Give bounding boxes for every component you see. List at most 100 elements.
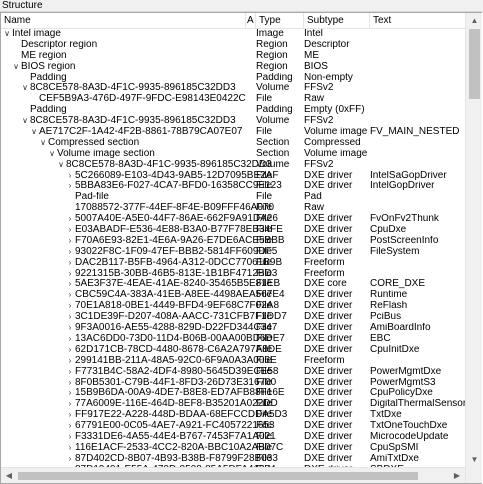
tree-row[interactable]: › 116E1ACF-2533-4CC2-820A-BBC10A2AB07C Fil…: [1, 443, 465, 454]
column-header-name[interactable]: Name: [1, 13, 246, 28]
tree-row-subtype: DXE driver: [304, 431, 353, 442]
column-header-action[interactable]: A: [246, 13, 256, 28]
collapse-chevron-right-icon[interactable]: ›: [66, 443, 74, 454]
expand-chevron-down-icon[interactable]: ∨: [57, 160, 65, 171]
tree-row[interactable]: ME region Region ME: [1, 51, 465, 62]
collapse-chevron-right-icon[interactable]: ›: [66, 225, 74, 236]
collapse-chevron-right-icon[interactable]: ›: [66, 301, 74, 312]
tree-row-name-cell[interactable]: Padding: [1, 73, 273, 84]
scroll-left-icon[interactable]: ◀: [1, 468, 17, 483]
tree-row[interactable]: › 13AC6DD0-73D0-11D4-B06B-00AA00BD6DE7 Fil…: [1, 334, 465, 345]
tree-row[interactable]: 17088572-377F-44EF-8F4E-B09FFF46A070 File…: [1, 203, 465, 214]
tree-row[interactable]: › 62D171CB-78CD-4480-8678-C6A2A797A8DE Fil…: [1, 345, 465, 356]
expand-chevron-down-icon[interactable]: ∨: [48, 149, 56, 160]
collapse-chevron-right-icon[interactable]: ›: [66, 279, 74, 290]
tree-row[interactable]: › F3331DE6-4A55-44E4-B767-7453F7A1A021 Fil…: [1, 432, 465, 443]
horizontal-scroll-thumb[interactable]: [18, 472, 418, 480]
expand-chevron-down-icon[interactable]: ∨: [39, 138, 47, 149]
tree-row[interactable]: Padding Padding Empty (0xFF): [1, 105, 465, 116]
column-header-text[interactable]: Text: [370, 13, 465, 28]
expand-chevron-down-icon[interactable]: ∨: [21, 116, 29, 127]
collapse-chevron-right-icon[interactable]: ›: [66, 258, 74, 269]
scroll-right-icon[interactable]: ▶: [449, 468, 465, 483]
collapse-chevron-right-icon[interactable]: ›: [66, 214, 74, 225]
tree-row-name-cell[interactable]: ∨ AE717C2F-1A42-4F2B-8861-78B79CA07E07: [1, 127, 282, 138]
vertical-scroll-thumb[interactable]: [469, 29, 480, 99]
collapse-chevron-right-icon[interactable]: ›: [66, 378, 74, 389]
expand-chevron-down-icon[interactable]: ∨: [12, 62, 20, 73]
tree-row[interactable]: › 5C266089-E103-4D43-9AB5-12D7095BE2AF Fil…: [1, 171, 465, 182]
tree-row[interactable]: Pad-file File Pad: [1, 192, 465, 203]
tree-row[interactable]: ∨ 8C8CE578-8A3D-4F1C-9935-896185C32DD3 Vol…: [1, 116, 465, 127]
tree-row[interactable]: › E03ABADF-E536-4E88-B3A0-B77F78EB34FE Fil…: [1, 225, 465, 236]
column-header-type[interactable]: Type: [256, 13, 304, 28]
tree-row-name-cell[interactable]: ∨ Compressed section: [1, 138, 291, 149]
collapse-chevron-right-icon[interactable]: ›: [66, 388, 74, 399]
tree-row-subtype: DXE driver: [304, 225, 353, 236]
tree-row[interactable]: › F7731B4C-58A2-4DF4-8980-5645D39ECE58 Fil…: [1, 367, 465, 378]
tree-row-name-cell[interactable]: Descriptor region: [1, 40, 264, 51]
collapse-chevron-right-icon[interactable]: ›: [66, 454, 74, 465]
tree-row[interactable]: › 9F3A0016-AE55-4288-829D-D22FD344C347 Fil…: [1, 323, 465, 334]
collapse-chevron-right-icon[interactable]: ›: [66, 334, 74, 345]
collapse-chevron-right-icon[interactable]: ›: [66, 356, 74, 367]
tree-row[interactable]: › 70E1A818-0BE1-4449-BFD4-9EF68C7F02A8 Fil…: [1, 301, 465, 312]
tree-row[interactable]: Padding Padding Non-empty: [1, 73, 465, 84]
scroll-down-icon[interactable]: ▼: [466, 452, 482, 467]
tree-row[interactable]: › 5007A40E-A5E0-44F7-86AE-662F9A91DA26 Fil…: [1, 214, 465, 225]
expand-chevron-down-icon[interactable]: ∨: [3, 29, 11, 40]
horizontal-scrollbar[interactable]: ◀ ▶: [1, 467, 465, 483]
collapse-chevron-right-icon[interactable]: ›: [66, 247, 74, 258]
tree-row[interactable]: ∨ 8C8CE578-8A3D-4F1C-9935-896185C32DD3 Vol…: [1, 160, 465, 171]
tree-row-name-cell[interactable]: ∨ BIOS region: [1, 62, 264, 73]
tree-row[interactable]: › DAC2B117-B5FB-4964-A312-0DCC77061B9B Fil…: [1, 258, 465, 269]
tree-row[interactable]: › 8F0B5301-C79B-44F1-8FD3-26D73E316700 Fil…: [1, 378, 465, 389]
tree-row[interactable]: › CBC59C4A-383A-41EB-A8EE-4498AEA567E4 Fil…: [1, 290, 465, 301]
vertical-scrollbar[interactable]: ▲ ▼: [465, 13, 482, 483]
collapse-chevron-right-icon[interactable]: ›: [66, 399, 74, 410]
expand-chevron-down-icon[interactable]: ∨: [30, 127, 38, 138]
tree-row[interactable]: › 5BBA83E6-F027-4CA7-BFD0-16358CC9E123 Fil…: [1, 181, 465, 192]
tree-row[interactable]: › 93022F8C-1F09-47EF-BBB2-5814FF609DF5 Fil…: [1, 247, 465, 258]
tree-row[interactable]: › 15B9B6DA-00A9-4DE7-B8E8-ED7AFB88F16E Fil…: [1, 388, 465, 399]
collapse-chevron-right-icon[interactable]: ›: [66, 236, 74, 247]
tree-row[interactable]: ∨ Compressed section Section Compressed: [1, 138, 465, 149]
tree-row[interactable]: › 9221315B-30BB-46B5-813E-1B1BF4712BD3 Fil…: [1, 269, 465, 280]
tree-row-name-cell[interactable]: CEF5B9A3-476D-497F-9FDC-E98143E0422C: [1, 94, 282, 105]
collapse-chevron-right-icon[interactable]: ›: [66, 410, 74, 421]
tree-row[interactable]: ∨ AE717C2F-1A42-4F2B-8861-78B79CA07E07 Fil…: [1, 127, 465, 138]
tree-row[interactable]: › 77A6009E-116E-464D-8EF8-B35201A022DD Fil…: [1, 399, 465, 410]
collapse-chevron-right-icon[interactable]: ›: [66, 290, 74, 301]
tree-row[interactable]: › 299141BB-211A-48A5-92C0-6F9A0A3A006E Fil…: [1, 356, 465, 367]
tree-row[interactable]: ∨ 8C8CE578-8A3D-4F1C-9935-896185C32DD3 Vol…: [1, 83, 465, 94]
collapse-chevron-right-icon[interactable]: ›: [66, 181, 74, 192]
tree-row[interactable]: › 87D402CD-8B07-4B93-B38B-F8799F28B033 Fil…: [1, 454, 465, 465]
tree-row[interactable]: ∨ Intel image Image Intel: [1, 29, 465, 40]
collapse-chevron-right-icon[interactable]: ›: [66, 367, 74, 378]
tree-row[interactable]: › 5AE3F37E-4EAE-41AE-8240-35465B5E81EB Fil…: [1, 279, 465, 290]
collapse-chevron-right-icon[interactable]: ›: [66, 432, 74, 443]
tree-row-name-cell[interactable]: Padding: [1, 105, 273, 116]
tree-row[interactable]: › 3C1DE39F-D207-408A-AACC-731CFB7F1DD7 Fil…: [1, 312, 465, 323]
tree-row[interactable]: CEF5B9A3-476D-497F-9FDC-E98143E0422C File…: [1, 94, 465, 105]
column-header-subtype[interactable]: Subtype: [304, 13, 370, 28]
tree-row-name-cell[interactable]: ∨ 8C8CE578-8A3D-4F1C-9935-896185C32DD3: [1, 116, 273, 127]
collapse-chevron-right-icon[interactable]: ›: [66, 312, 74, 323]
tree-row[interactable]: ∨ Volume image section Section Volume image: [1, 149, 465, 160]
tree-row-name-cell[interactable]: ∨ Intel image: [1, 29, 255, 40]
expand-chevron-down-icon[interactable]: ∨: [21, 83, 29, 94]
tree-row[interactable]: ∨ BIOS region Region BIOS: [1, 62, 465, 73]
scroll-up-icon[interactable]: ▲: [466, 13, 482, 28]
collapse-chevron-right-icon[interactable]: ›: [66, 269, 74, 280]
tree-row-name-cell[interactable]: ∨ 8C8CE578-8A3D-4F1C-9935-896185C32DD3: [1, 83, 273, 94]
tree-row[interactable]: › 67791E00-0C05-4AE7-A921-FC4057221653 Fil…: [1, 421, 465, 432]
collapse-chevron-right-icon[interactable]: ›: [66, 323, 74, 334]
collapse-chevron-right-icon[interactable]: ›: [66, 421, 74, 432]
collapse-chevron-right-icon[interactable]: ›: [66, 171, 74, 182]
structure-tree-view[interactable]: Name A Type Subtype Text ∨ Intel image Ima…: [0, 12, 482, 484]
tree-row[interactable]: Descriptor region Region Descriptor: [1, 40, 465, 51]
tree-row[interactable]: › FF917E22-A228-448D-BDAA-68EFCCDDA5D3 Fil…: [1, 410, 465, 421]
tree-row[interactable]: › F70A6E93-82E1-4E6A-9A26-E7DE6ACE5BBB Fil…: [1, 236, 465, 247]
collapse-chevron-right-icon[interactable]: ›: [66, 345, 74, 356]
tree-row-name-cell[interactable]: ME region: [1, 51, 264, 62]
